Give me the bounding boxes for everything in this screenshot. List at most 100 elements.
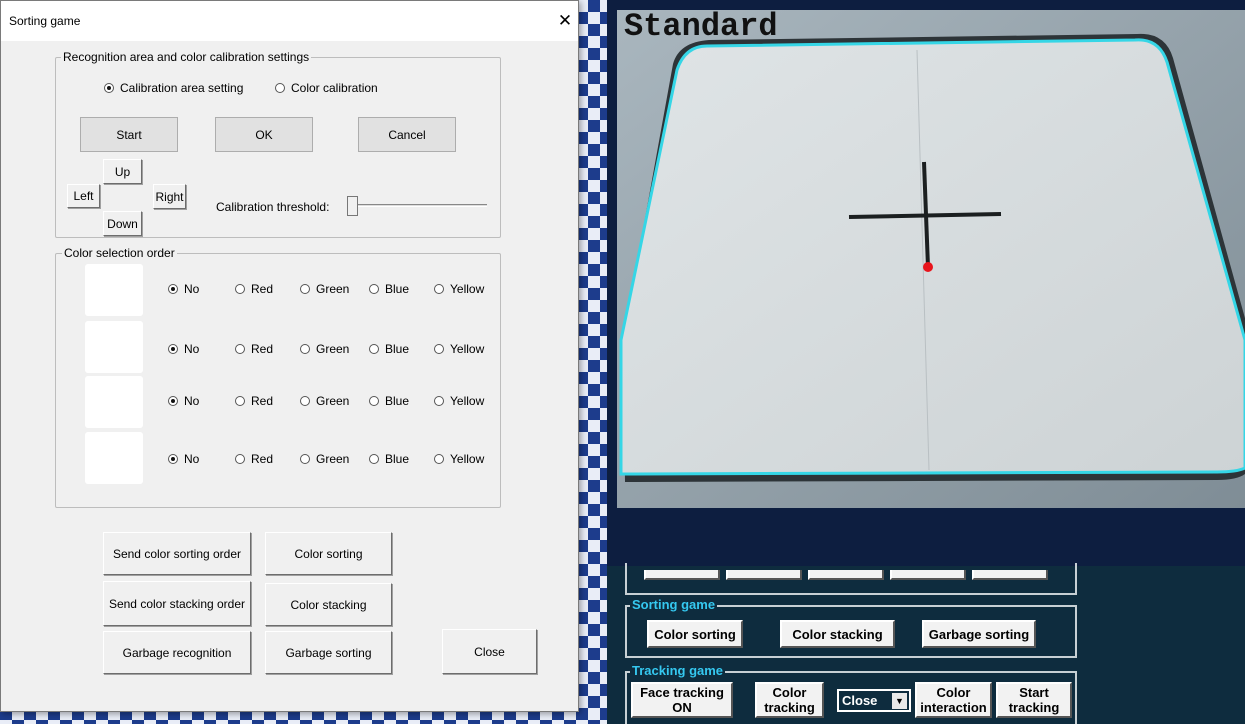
tracking-select[interactable]: Close ▼ (837, 689, 911, 712)
board-surface (619, 38, 1245, 476)
tracking-game-legend: Tracking game (630, 663, 726, 678)
partial-button[interactable] (726, 570, 802, 580)
threshold-slider-track[interactable] (347, 204, 487, 207)
radio-dot (434, 454, 444, 464)
radio-label: Yellow (450, 282, 485, 296)
color-swatch (85, 321, 143, 373)
radio-label: No (184, 282, 200, 296)
color-order-radio-blue[interactable]: Blue (369, 452, 409, 466)
up-button[interactable]: Up (103, 159, 142, 184)
radio-dot (300, 284, 310, 294)
color-order-radio-yellow[interactable]: Yellow (434, 282, 484, 296)
right-button[interactable]: Right (153, 184, 186, 209)
color-order-radio-green[interactable]: Green (300, 342, 349, 356)
radio-dot (369, 344, 379, 354)
close-button[interactable]: Close (442, 629, 537, 674)
radio-dot (235, 344, 245, 354)
panel-color-stacking-button[interactable]: Color stacking (780, 620, 895, 648)
color-order-radio-no[interactable]: No (168, 394, 199, 408)
radio-label: Red (251, 282, 274, 296)
down-button[interactable]: Down (103, 211, 142, 236)
color-order-radio-green[interactable]: Green (300, 282, 349, 296)
color-swatch (85, 264, 143, 316)
start-button[interactable]: Start (80, 117, 178, 152)
dialog-title: Sorting game (9, 14, 81, 28)
color-order-radio-green[interactable]: Green (300, 394, 349, 408)
color-order-radio-yellow[interactable]: Yellow (434, 342, 484, 356)
chevron-down-icon[interactable]: ▼ (892, 693, 907, 709)
face-tracking-button[interactable]: Face tracking ON (631, 682, 733, 718)
radio-dot (434, 344, 444, 354)
sorting-game-dialog: Sorting game ✕ Recognition area and colo… (0, 0, 579, 712)
radio-label: Green (316, 342, 350, 356)
color-order-radio-green[interactable]: Green (300, 452, 349, 466)
radio-label: Blue (385, 342, 410, 356)
radio-label: Blue (385, 394, 410, 408)
partial-button[interactable] (890, 570, 966, 580)
panel-garbage-sorting-button[interactable]: Garbage sorting (922, 620, 1036, 648)
color-order-radio-red[interactable]: Red (235, 452, 273, 466)
send-stacking-order-button[interactable]: Send color stacking order (103, 581, 251, 626)
color-order-radio-no[interactable]: No (168, 282, 199, 296)
start-tracking-button[interactable]: Start tracking (996, 682, 1072, 718)
color-interaction-button[interactable]: Color interaction (915, 682, 992, 718)
radio-dot (104, 83, 114, 93)
color-tracking-button[interactable]: Color tracking (755, 682, 824, 718)
camera-image (617, 10, 1245, 508)
color-stacking-button[interactable]: Color stacking (265, 583, 392, 626)
sorting-game-legend: Sorting game (630, 597, 718, 612)
color-order-radio-red[interactable]: Red (235, 342, 273, 356)
color-order-radio-blue[interactable]: Blue (369, 282, 409, 296)
center-marker (923, 262, 933, 272)
garbage-recognition-button[interactable]: Garbage recognition (103, 631, 251, 674)
calibration-group-legend: Recognition area and color calibration s… (61, 50, 312, 64)
radio-dot (434, 396, 444, 406)
partial-button[interactable] (972, 570, 1048, 580)
radio-dot (369, 396, 379, 406)
radio-label: No (184, 394, 200, 408)
camera-feed (617, 10, 1245, 508)
radio-color-calibration[interactable]: Color calibration (275, 81, 378, 95)
radio-dot (369, 454, 379, 464)
color-order-radio-yellow[interactable]: Yellow (434, 452, 484, 466)
radio-calibration-area[interactable]: Calibration area setting (104, 81, 243, 95)
close-icon[interactable]: ✕ (553, 9, 577, 33)
radio-label: Green (316, 394, 350, 408)
title-bar: Sorting game ✕ (1, 1, 578, 41)
radio-dot (300, 396, 310, 406)
radio-label: Calibration area setting (120, 81, 244, 95)
color-order-radio-red[interactable]: Red (235, 394, 273, 408)
radio-dot (369, 284, 379, 294)
color-order-radio-red[interactable]: Red (235, 282, 273, 296)
radio-label: Red (251, 394, 274, 408)
radio-dot (434, 284, 444, 294)
radio-dot (300, 454, 310, 464)
send-sorting-order-button[interactable]: Send color sorting order (103, 532, 251, 575)
radio-dot (235, 454, 245, 464)
color-order-radio-no[interactable]: No (168, 342, 199, 356)
color-swatch (85, 432, 143, 484)
radio-label: Blue (385, 282, 410, 296)
left-button[interactable]: Left (67, 184, 100, 208)
radio-dot (235, 396, 245, 406)
cancel-button[interactable]: Cancel (358, 117, 456, 152)
color-order-radio-no[interactable]: No (168, 452, 199, 466)
ok-button[interactable]: OK (215, 117, 313, 152)
panel-color-sorting-button[interactable]: Color sorting (647, 620, 743, 648)
radio-label: Red (251, 342, 274, 356)
color-order-radio-blue[interactable]: Blue (369, 394, 409, 408)
partial-button[interactable] (644, 570, 720, 580)
color-sorting-button[interactable]: Color sorting (265, 532, 392, 575)
threshold-slider-thumb[interactable] (347, 196, 358, 216)
color-order-radio-yellow[interactable]: Yellow (434, 394, 484, 408)
radio-label: Red (251, 452, 274, 466)
radio-dot (300, 344, 310, 354)
radio-label: Yellow (450, 342, 485, 356)
radio-label: Yellow (450, 452, 485, 466)
tracking-select-value: Close (842, 693, 878, 708)
threshold-label: Calibration threshold: (216, 200, 330, 214)
radio-label: Yellow (450, 394, 485, 408)
garbage-sorting-button[interactable]: Garbage sorting (265, 631, 392, 674)
color-order-radio-blue[interactable]: Blue (369, 342, 409, 356)
partial-button[interactable] (808, 570, 884, 580)
